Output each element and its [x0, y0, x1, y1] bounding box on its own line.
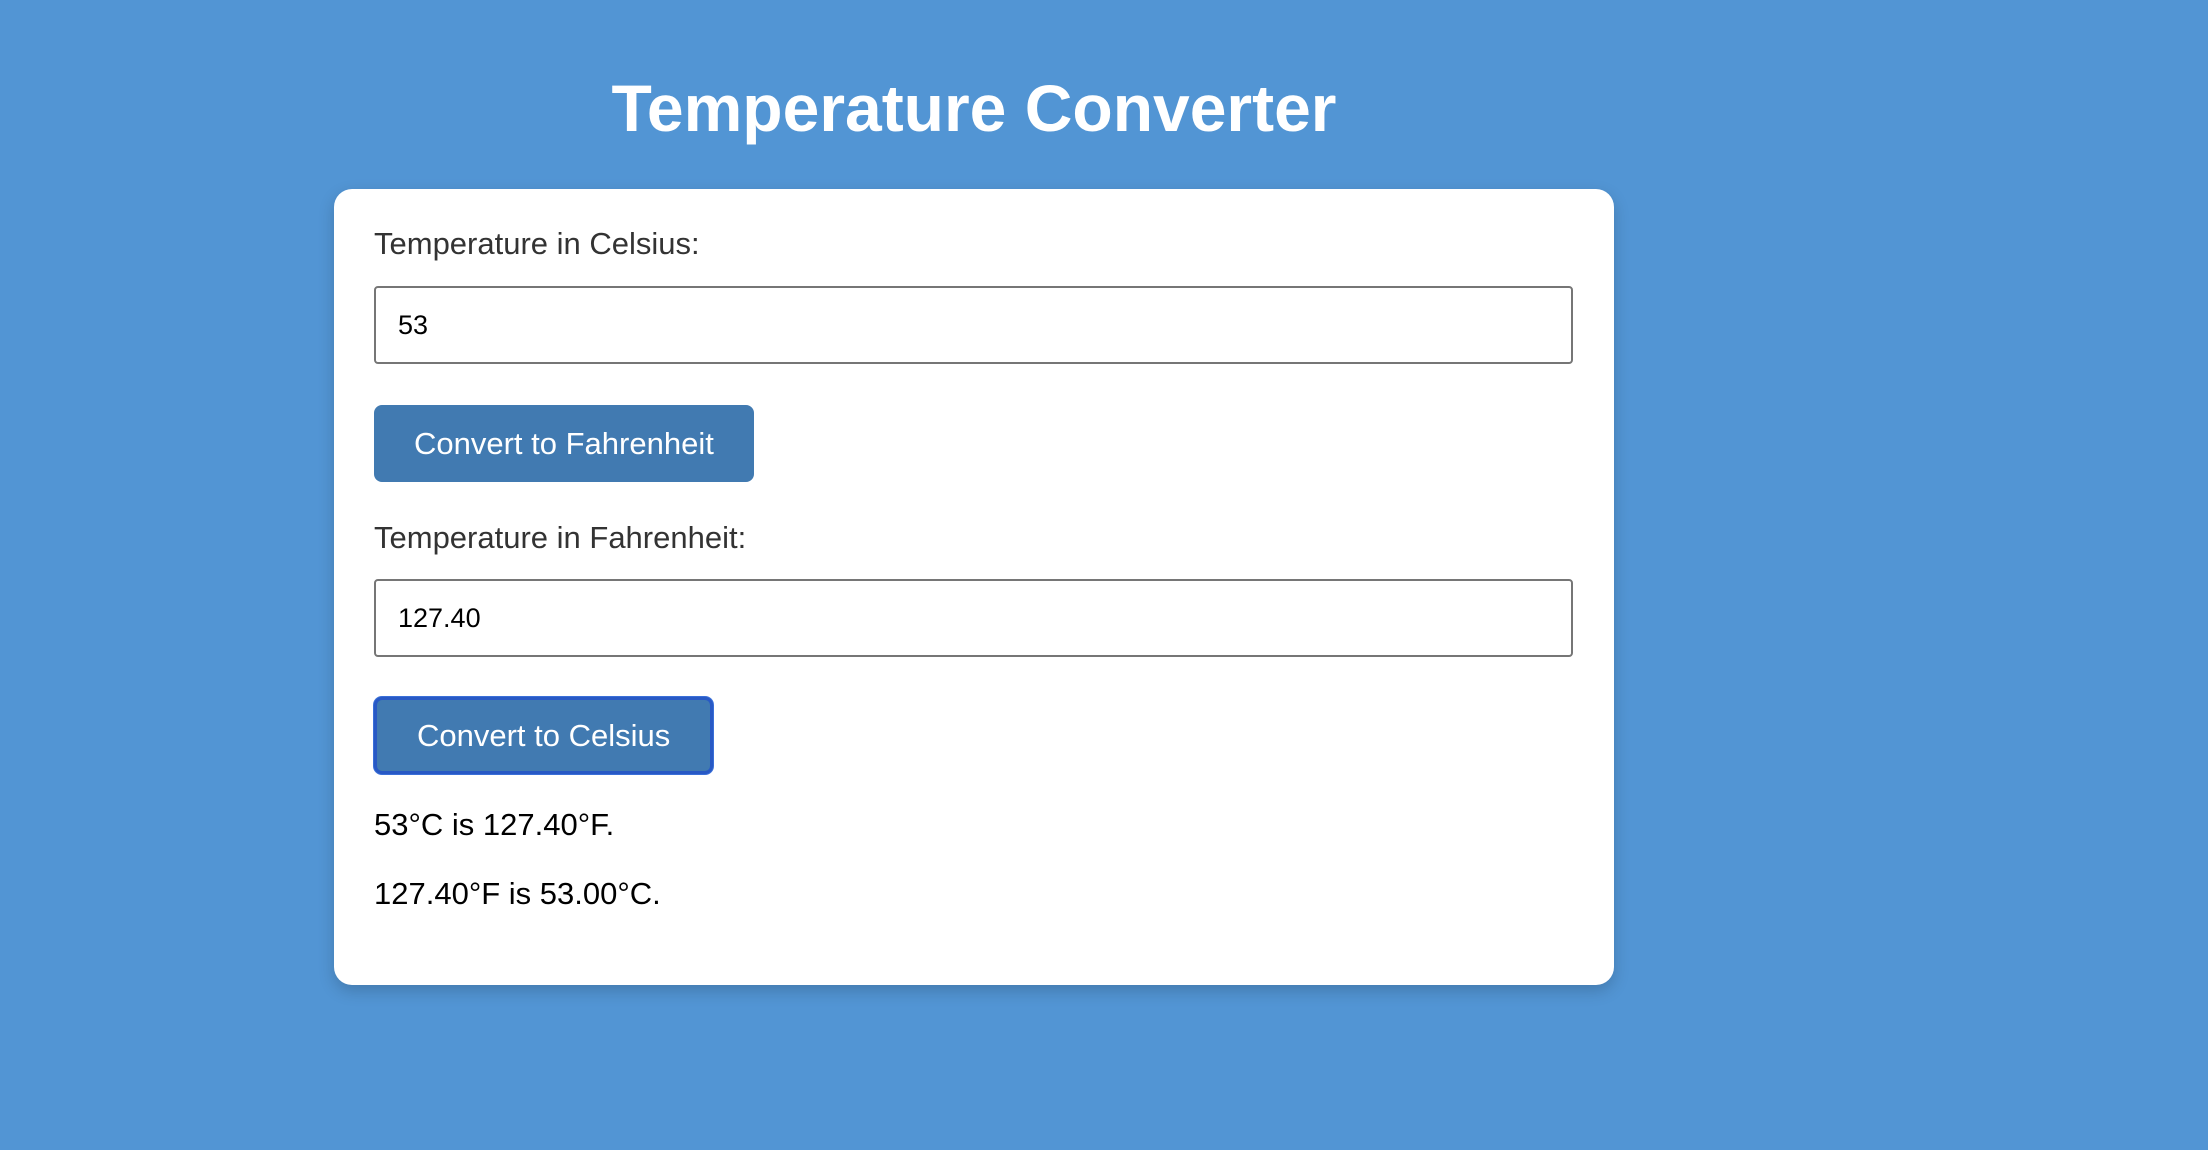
fahrenheit-to-celsius-result: 127.40°F is 53.00°C. — [374, 876, 661, 911]
page-title: Temperature Converter — [611, 71, 1337, 145]
convert-to-fahrenheit-button[interactable]: Convert to Fahrenheit — [374, 405, 754, 482]
celsius-to-fahrenheit-result: 53°C is 127.40°F. — [374, 807, 615, 842]
celsius-input[interactable] — [374, 286, 1573, 364]
converter-card: Temperature in Celsius: Convert to Fahre… — [334, 189, 1614, 985]
fahrenheit-input[interactable] — [374, 579, 1573, 657]
celsius-label: Temperature in Celsius: — [374, 226, 700, 261]
fahrenheit-label: Temperature in Fahrenheit: — [374, 520, 747, 555]
convert-to-celsius-button[interactable]: Convert to Celsius — [374, 697, 714, 774]
